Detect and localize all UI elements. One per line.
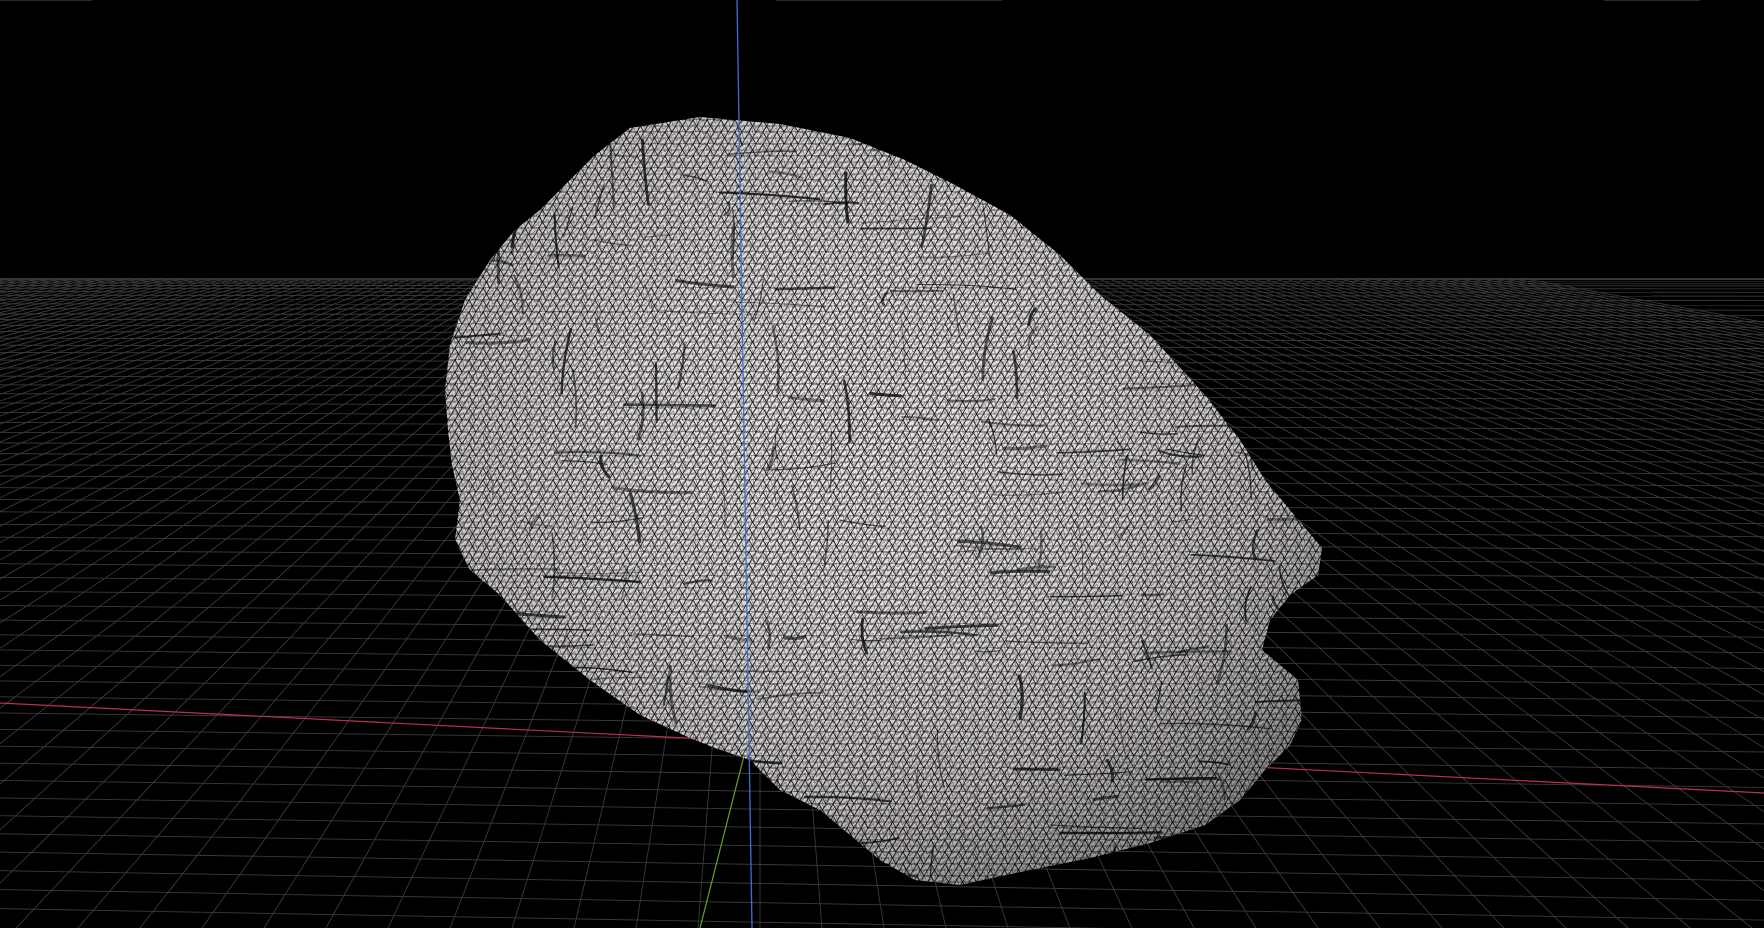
grid-line bbox=[0, 277, 424, 453]
rock-crevice bbox=[939, 127, 977, 132]
rock-crevice bbox=[1275, 193, 1321, 198]
grid-line bbox=[1465, 277, 1764, 337]
rock-crevice bbox=[1300, 799, 1322, 805]
rock-crevice bbox=[866, 120, 955, 127]
rock-crevice bbox=[1294, 611, 1322, 618]
rock-crevice bbox=[1244, 127, 1322, 134]
rock-crevice bbox=[1155, 205, 1238, 214]
grid-line bbox=[0, 277, 272, 356]
rock-crevice bbox=[1258, 237, 1281, 241]
grid-line bbox=[0, 277, 229, 338]
rock-crevice bbox=[1165, 242, 1205, 250]
rock-crevice bbox=[450, 219, 457, 258]
3d-viewport[interactable] bbox=[0, 0, 1764, 928]
rock-crevice bbox=[1223, 181, 1231, 223]
grid-line bbox=[1509, 277, 1764, 326]
grid-line bbox=[0, 870, 1764, 901]
rock-crevice bbox=[1285, 473, 1322, 477]
rock-crevice bbox=[490, 866, 580, 871]
rock-crevice bbox=[1115, 130, 1161, 134]
rock-crevice bbox=[1269, 629, 1322, 633]
rock-crevice bbox=[1093, 166, 1140, 171]
rock-crevice bbox=[1106, 128, 1112, 188]
grid-line bbox=[0, 277, 294, 366]
grid-line bbox=[0, 277, 402, 434]
rock-crevice bbox=[1010, 173, 1091, 180]
rock-crevice bbox=[955, 128, 966, 167]
rock-crevice bbox=[1009, 161, 1101, 170]
rock-crevice bbox=[1078, 185, 1084, 207]
rock-crevice bbox=[982, 132, 985, 185]
grid-line bbox=[0, 277, 413, 443]
rock-crevice bbox=[1287, 138, 1322, 146]
rock-crevice bbox=[1125, 167, 1134, 182]
rock-crevice bbox=[452, 196, 459, 264]
grid-line bbox=[0, 277, 348, 395]
grid-line bbox=[0, 277, 163, 317]
rock-crevice bbox=[691, 809, 699, 869]
grid-line bbox=[1443, 277, 1764, 344]
rock-crevice bbox=[692, 760, 725, 769]
rock-crevice bbox=[871, 143, 944, 152]
rock-crevice bbox=[960, 129, 965, 178]
rock-crevice bbox=[713, 773, 718, 800]
grid-line bbox=[0, 277, 391, 425]
rock-crevice bbox=[554, 739, 561, 772]
grid-line bbox=[0, 277, 142, 310]
rock-crevice bbox=[1196, 180, 1290, 184]
grid-line bbox=[1335, 277, 1764, 382]
rock-crevice bbox=[547, 733, 553, 772]
viewport-canvas[interactable] bbox=[0, 0, 1764, 928]
rock-crevice bbox=[449, 127, 478, 133]
grid-line bbox=[0, 277, 33, 285]
grid-line bbox=[0, 277, 478, 513]
rock-crevice bbox=[1120, 151, 1195, 160]
rock-crevice bbox=[460, 222, 469, 247]
rock-crevice bbox=[1050, 131, 1059, 154]
rock-crevice bbox=[485, 846, 521, 855]
rock-crevice bbox=[475, 848, 485, 885]
grid-line bbox=[0, 277, 305, 371]
rock-crevice bbox=[713, 835, 747, 842]
grid-line bbox=[0, 277, 98, 299]
rock-crevice bbox=[618, 848, 628, 872]
viewport-top-edge-mark bbox=[1604, 0, 1700, 1]
rock-crevice bbox=[1230, 365, 1272, 370]
rock-crevice bbox=[459, 605, 465, 620]
grid-line bbox=[0, 908, 1109, 928]
viewport-top-edge-mark bbox=[0, 0, 92, 1]
rock-crevice bbox=[479, 672, 578, 682]
rock-scan-mesh[interactable] bbox=[440, 110, 1395, 905]
rock-crevice bbox=[1108, 846, 1117, 885]
rock-crevice bbox=[522, 169, 532, 217]
rock-mesh-detail bbox=[445, 117, 1322, 885]
grid-line bbox=[0, 277, 55, 290]
rock-crevice bbox=[1127, 219, 1202, 228]
rock-crevice bbox=[895, 137, 965, 146]
viewport-top-edge-mark bbox=[776, 0, 1002, 1]
rock-crevice bbox=[605, 121, 618, 139]
grid-line bbox=[0, 277, 468, 499]
rock-crevice bbox=[1249, 129, 1256, 188]
grid-line bbox=[0, 277, 446, 474]
grid-line bbox=[1400, 277, 1764, 357]
rock-crevice bbox=[981, 189, 1063, 198]
rock-crevice bbox=[492, 207, 495, 262]
grid-line bbox=[0, 277, 315, 377]
rock-crevice bbox=[498, 139, 596, 146]
rock-crevice bbox=[1180, 130, 1187, 148]
